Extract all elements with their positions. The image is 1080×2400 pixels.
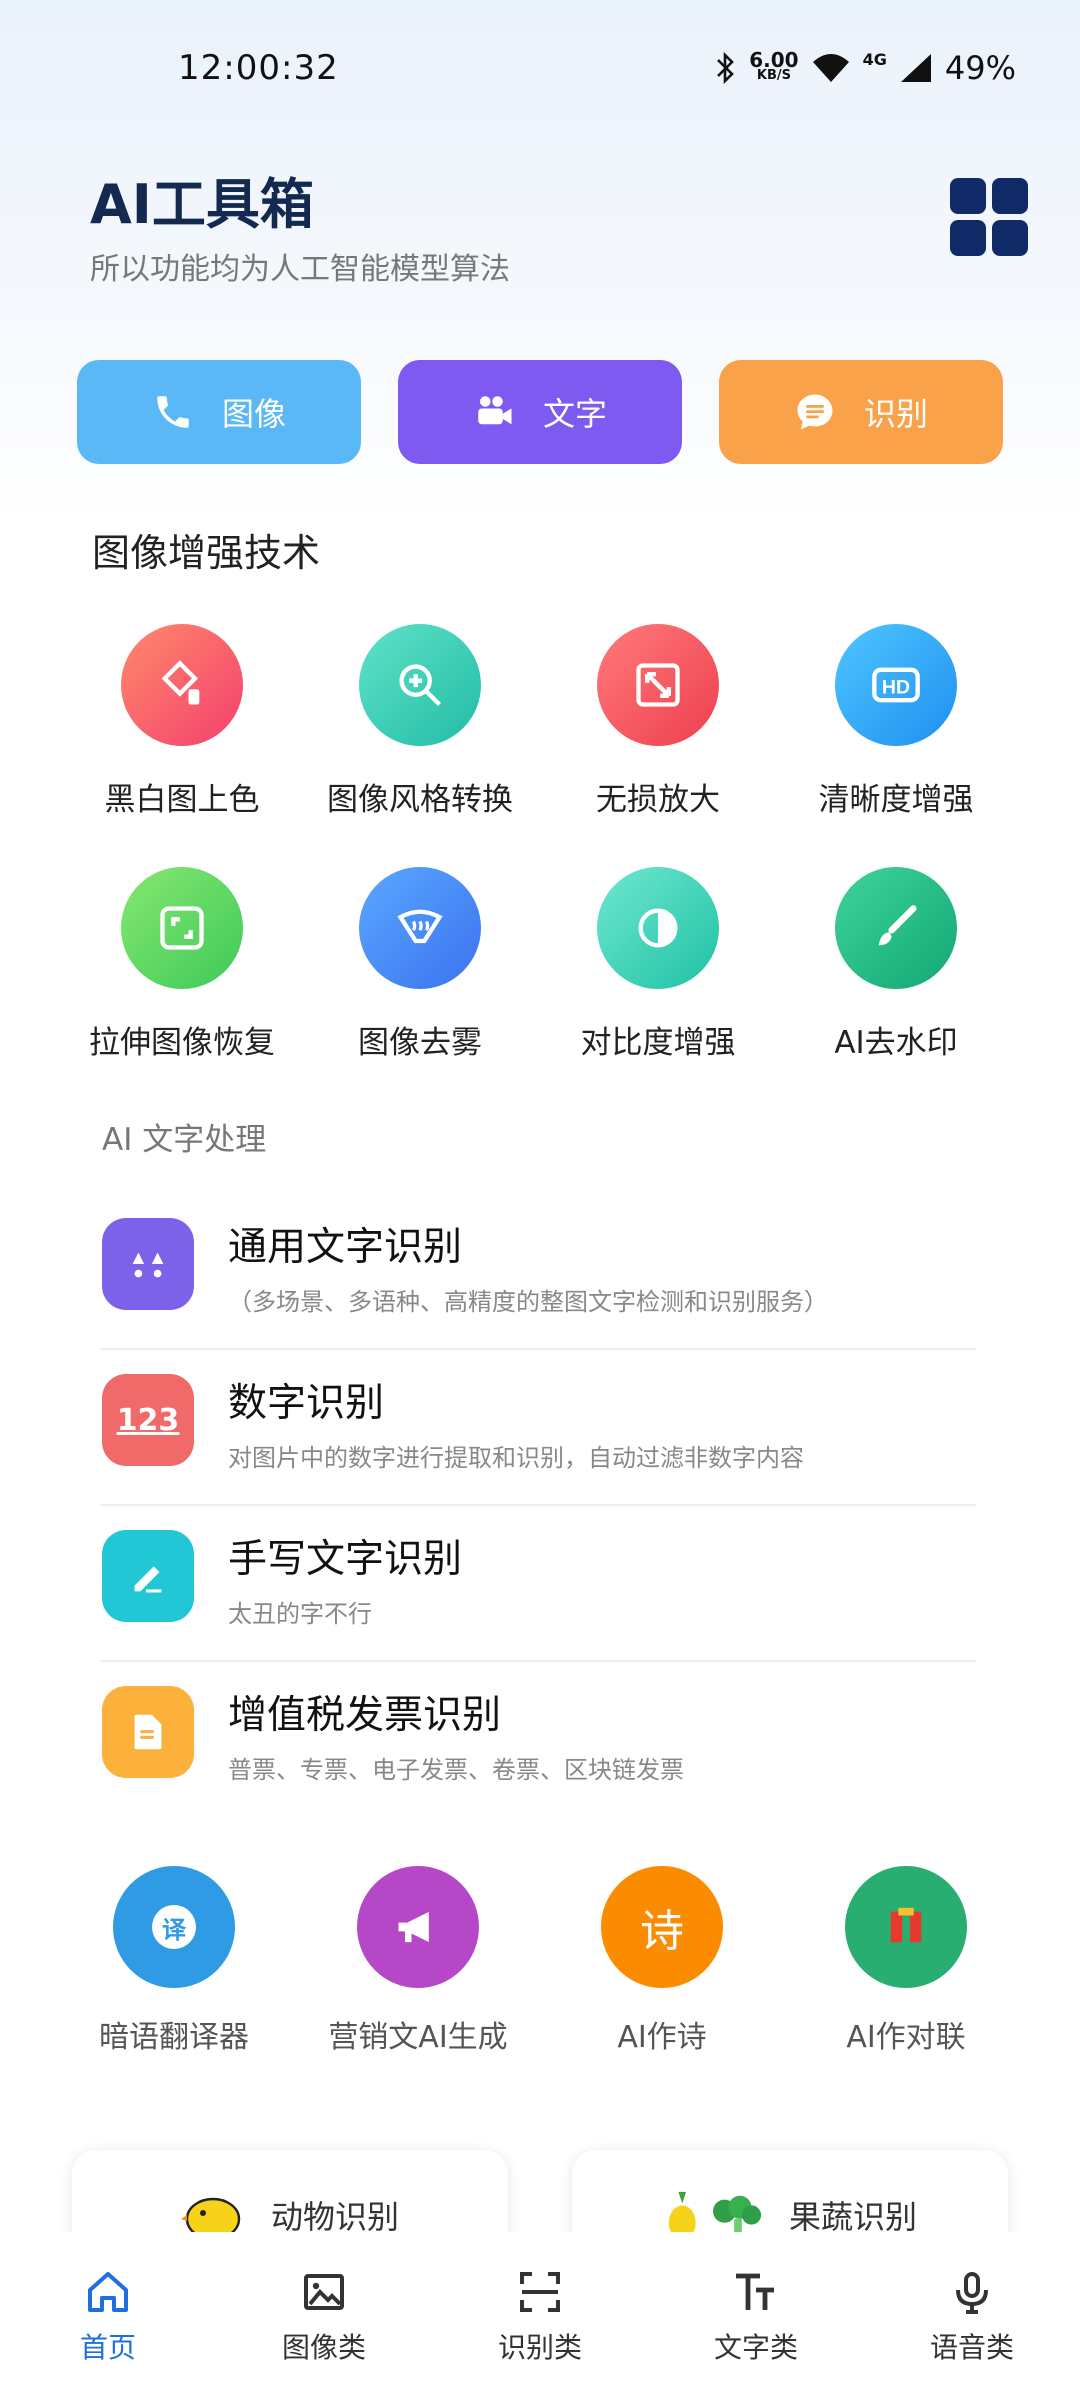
- haze-icon: [397, 909, 443, 944]
- bluetooth-icon: [717, 51, 735, 85]
- feature-label: 黑白图上色: [104, 782, 260, 818]
- image-icon: [304, 2274, 344, 2310]
- quick-button-label: 图像: [221, 395, 286, 433]
- text-scan-icon: [102, 1218, 194, 1310]
- list-item-title: 增值税发票识别: [228, 1693, 502, 1738]
- feature-label: 无损放大: [596, 782, 720, 818]
- list-item-title: 通用文字识别: [228, 1225, 463, 1270]
- feature-label: 清晰度增强: [818, 782, 974, 818]
- feature-clarity-enhance[interactable]: HD 清晰度增强: [777, 624, 1015, 819]
- text-size-icon: [736, 2273, 774, 2310]
- app-subtitle: 所以功能均为人工智能模型算法: [90, 252, 510, 287]
- message-icon: [797, 394, 833, 430]
- svg-text:HD: HD: [882, 677, 910, 699]
- nav-home[interactable]: 首页: [8, 2232, 208, 2400]
- 123-icon: 123: [102, 1374, 194, 1466]
- list-item-desc: （多场景、多语种、高精度的整图文字检测和识别服务）: [228, 1288, 828, 1316]
- list-item-invoice-ocr[interactable]: 增值税发票识别 普票、专票、电子发票、卷票、区块链发票: [100, 1662, 976, 1818]
- feature-label: AI去水印: [834, 1025, 958, 1061]
- microphone-icon: [956, 2272, 988, 2314]
- feature-dehaze[interactable]: 图像去雾: [301, 867, 539, 1062]
- list-item-title: 手写文字识别: [228, 1537, 463, 1582]
- nav-label: 首页: [79, 2331, 136, 2364]
- frame-icon: [160, 906, 204, 950]
- battery-level: 49%: [944, 49, 1016, 87]
- grid-icon[interactable]: [950, 178, 1028, 256]
- status-icons: 6.00 KB/S 4G 49%: [715, 46, 1016, 90]
- list-item-handwriting-ocr[interactable]: 手写文字识别 太丑的字不行: [100, 1506, 976, 1662]
- brush-icon: [878, 905, 917, 946]
- section-title-image-enhance: 图像增强技术: [92, 531, 321, 575]
- feature-label: 图像去雾: [358, 1025, 482, 1061]
- tool-label: AI作对联: [846, 2020, 966, 2055]
- zoom-in-icon: [399, 664, 442, 707]
- quick-button-text[interactable]: 文字: [398, 360, 682, 464]
- nav-label: 文字类: [713, 2331, 798, 2364]
- tool-label: 暗语翻译器: [99, 2020, 249, 2055]
- hd-icon: HD: [872, 667, 920, 703]
- nav-label: 语音类: [929, 2331, 1014, 2364]
- list-item-digit-ocr[interactable]: 123 数字识别 对图片中的数字进行提取和识别，自动过滤非数字内容: [100, 1350, 976, 1506]
- feature-colorize[interactable]: 黑白图上色: [63, 624, 301, 819]
- bottom-nav: 首页 图像类 识别类 文字类 语音类: [0, 2232, 1080, 2400]
- nav-image[interactable]: 图像类: [224, 2232, 424, 2400]
- section-title-ai-text: AI 文字处理: [102, 1122, 267, 1158]
- home-icon: [88, 2272, 128, 2312]
- app-title: AI工具箱: [90, 173, 314, 236]
- wifi-icon: [812, 54, 849, 82]
- poem-icon: 诗: [640, 1906, 684, 1957]
- quick-button-label: 识别: [863, 395, 928, 433]
- couplet-icon: [890, 1907, 922, 1943]
- document-icon: [102, 1686, 194, 1778]
- list-item-general-ocr[interactable]: 通用文字识别 （多场景、多语种、高精度的整图文字检测和识别服务）: [100, 1194, 976, 1350]
- phone-icon: [157, 396, 189, 428]
- quick-button-image[interactable]: 图像: [77, 360, 361, 464]
- tool-marketing-copy[interactable]: 营销文AI生成: [296, 1866, 540, 2056]
- tool-label: AI作诗: [617, 2020, 707, 2055]
- pencil-icon: [102, 1530, 194, 1622]
- tool-slang-translator[interactable]: 译 暗语翻译器: [52, 1866, 296, 2056]
- feature-style-transfer[interactable]: 图像风格转换: [301, 624, 539, 819]
- quick-button-label: 文字: [542, 395, 607, 433]
- scan-icon: [520, 2272, 560, 2312]
- status-time: 12:00:32: [178, 48, 339, 88]
- contrast-icon: [638, 908, 678, 948]
- feature-watermark-remove[interactable]: AI去水印: [777, 867, 1015, 1062]
- network-type: 4G: [862, 50, 887, 69]
- nav-voice[interactable]: 语音类: [872, 2232, 1072, 2400]
- list-item-desc: 太丑的字不行: [228, 1600, 372, 1628]
- list-item-title: 数字识别: [228, 1381, 385, 1426]
- video-camera-icon: [478, 396, 512, 425]
- feature-label: 拉伸图像恢复: [89, 1025, 275, 1061]
- list-item-desc: 普票、专票、电子发票、卷票、区块链发票: [228, 1756, 684, 1784]
- feature-contrast-enhance[interactable]: 对比度增强: [539, 867, 777, 1062]
- list-item-desc: 对图片中的数字进行提取和识别，自动过滤非数字内容: [228, 1444, 804, 1472]
- net-speed: 6.00 KB/S: [749, 48, 799, 83]
- feature-lossless-upscale[interactable]: 无损放大: [539, 624, 777, 819]
- feature-label: 对比度增强: [580, 1025, 736, 1061]
- nav-text[interactable]: 文字类: [656, 2232, 856, 2400]
- expand-icon: [636, 663, 680, 707]
- paint-bucket-icon: [161, 660, 200, 705]
- signal-icon: [900, 54, 931, 82]
- feature-stretch-restore[interactable]: 拉伸图像恢复: [63, 867, 301, 1062]
- tool-ai-couplet[interactable]: AI作对联: [784, 1866, 1028, 2056]
- nav-recognize[interactable]: 识别类: [440, 2232, 640, 2400]
- tool-ai-poem[interactable]: 诗 AI作诗: [540, 1866, 784, 2056]
- translate-icon: 译: [152, 1905, 196, 1949]
- megaphone-icon: [398, 1911, 429, 1943]
- feature-label: 图像风格转换: [327, 782, 513, 818]
- quick-button-recognize[interactable]: 识别: [719, 360, 1003, 464]
- nav-label: 识别类: [497, 2331, 582, 2364]
- tool-label: 营销文AI生成: [328, 2020, 508, 2055]
- nav-label: 图像类: [281, 2331, 366, 2364]
